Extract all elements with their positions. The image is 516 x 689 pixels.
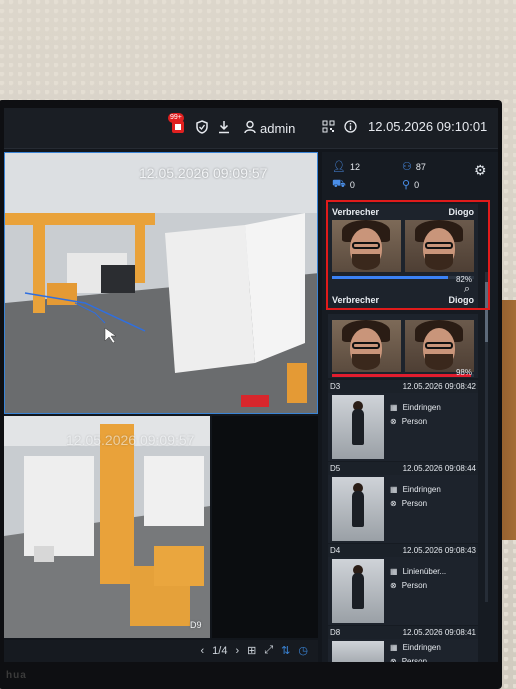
prev-page-icon[interactable]: ‹	[201, 645, 205, 657]
shield-icon[interactable]	[196, 120, 208, 134]
rule-icon: ▦	[390, 403, 398, 412]
camera-scene-d9	[4, 416, 210, 638]
event-snapshot[interactable]	[332, 641, 384, 662]
event-snapshot[interactable]	[332, 395, 384, 459]
people-flow-icon: ⚇	[402, 161, 412, 173]
person-type-icon: ⊗	[390, 657, 397, 662]
page-indicator: 1/4	[212, 644, 228, 657]
nvr-screen: 99+ admin 12.05.2026 09:10:01 12.05.2026…	[4, 108, 498, 662]
camera-view-d9[interactable]: 12.05.2026 09:09:57 D9	[4, 416, 210, 638]
face-match-card[interactable]: Verbrecher Diogo 82% ⌕ Verbrecher Diogo	[328, 204, 478, 308]
rule-icon: ▦	[390, 567, 398, 576]
similarity-bar	[332, 276, 474, 279]
event-snapshot[interactable]	[332, 477, 384, 541]
user-icon	[244, 120, 256, 137]
person-count: 12	[349, 161, 360, 172]
person-icon: 👤︎	[332, 161, 346, 173]
vehicle-stat: ⛟ 0	[332, 178, 355, 192]
event-snapshot[interactable]	[332, 559, 384, 623]
rule-icon: ▦	[390, 485, 398, 494]
face-match-card[interactable]: 98%	[328, 314, 478, 378]
event-type: Person	[401, 581, 428, 590]
top-bar: 99+ admin 12.05.2026 09:10:01	[4, 108, 498, 149]
monitor-brand: hua	[6, 670, 27, 681]
event-type: Person	[401, 657, 428, 662]
match-label-right: Diogo	[448, 207, 475, 217]
similarity-bar	[332, 374, 474, 377]
sequence-icon[interactable]: ⇅	[281, 644, 290, 657]
alarm-count-badge: 99+	[168, 113, 184, 123]
bicycle-icon: ⚲	[402, 179, 411, 191]
qr-code-icon[interactable]	[322, 120, 335, 133]
smart-event-panel: 👤︎ 12 ⚇ 87 ⛟ 0 ⚲ 0 ⚙ Verbrecher Diogo 82…	[322, 152, 498, 662]
similarity-value: 98%	[455, 368, 472, 377]
event-rule: Linienüber...	[402, 567, 447, 576]
event-list-scrollbar[interactable]	[485, 272, 488, 602]
system-datetime: 12.05.2026 09:10:01	[368, 119, 488, 134]
event-channel: D8	[330, 628, 341, 637]
fullscreen-icon[interactable]: ⤢	[264, 644, 273, 657]
captured-face-thumbnail[interactable]	[332, 320, 401, 372]
match-label-left: Verbrecher	[332, 295, 380, 305]
event-item[interactable]: D8 12.05.2026 09:08:41 ▦ Eindringen ⊗ Pers…	[328, 626, 478, 662]
event-time: 12.05.2026 09:08:43	[402, 546, 476, 555]
event-time: 12.05.2026 09:08:44	[402, 464, 476, 473]
camera-view-empty[interactable]	[212, 416, 318, 638]
match-label-left: Verbrecher	[332, 207, 380, 217]
gear-icon[interactable]: ⚙	[474, 162, 492, 180]
event-type: Person	[401, 499, 428, 508]
user-menu[interactable]: admin	[244, 120, 295, 137]
event-channel: D4	[330, 546, 341, 555]
event-time: 12.05.2026 09:08:42	[402, 382, 476, 391]
database-face-thumbnail[interactable]	[405, 320, 474, 372]
alarm-icon[interactable]: 99+	[168, 113, 186, 135]
event-channel: D3	[330, 382, 341, 391]
event-rule: Eindringen	[402, 643, 441, 652]
person-type-icon: ⊗	[390, 417, 397, 426]
layout-icon[interactable]: ⊞	[247, 644, 256, 657]
people-flow-stat: ⚇ 87	[402, 160, 426, 173]
event-time: 12.05.2026 09:08:41	[402, 628, 476, 637]
playback-toolbar: ‹ 1/4 › ⊞ ⤢ ⇅ ◷	[4, 640, 318, 662]
camera-timestamp: 12.05.2026 09:09:57	[139, 165, 268, 181]
camera-view-main[interactable]: 12.05.2026 09:09:57	[4, 152, 318, 414]
event-type: Person	[401, 417, 428, 426]
download-icon[interactable]	[218, 120, 230, 134]
vehicle-count: 0	[349, 180, 355, 190]
rule-icon: ▦	[390, 643, 398, 652]
person-type-icon: ⊗	[390, 581, 397, 590]
database-face-thumbnail[interactable]	[405, 220, 474, 272]
vehicle-icon: ⛟	[332, 178, 346, 190]
event-item[interactable]: D4 12.05.2026 09:08:43 ▦ Linienüber... ⊗ P…	[328, 544, 478, 625]
camera-timestamp-faded: 12.05.2026 09:09:57	[66, 432, 195, 448]
match-label-right: Diogo	[448, 295, 475, 305]
info-icon[interactable]	[344, 120, 357, 133]
channel-label: D9	[190, 620, 202, 630]
people-flow-count: 87	[415, 161, 426, 172]
username-label: admin	[260, 121, 296, 136]
person-stat: 👤︎ 12	[332, 160, 360, 173]
event-item[interactable]: D5 12.05.2026 09:08:44 ▦ Eindringen ⊗ Pers…	[328, 462, 478, 543]
clock-icon[interactable]: ◷	[298, 644, 308, 657]
event-rule: Eindringen	[402, 485, 441, 494]
next-page-icon[interactable]: ›	[235, 645, 239, 657]
captured-face-thumbnail[interactable]	[332, 220, 401, 272]
event-rule: Eindringen	[402, 403, 441, 412]
nonmotor-stat: ⚲ 0	[402, 178, 419, 191]
camera-scene-main	[5, 153, 317, 413]
stats-panel: 👤︎ 12 ⚇ 87 ⛟ 0 ⚲ 0 ⚙	[322, 152, 498, 196]
nonmotor-count: 0	[414, 179, 420, 190]
event-item[interactable]: D3 12.05.2026 09:08:42 ▦ Eindringen ⊗ Pers…	[328, 380, 478, 461]
event-channel: D5	[330, 464, 341, 473]
person-type-icon: ⊗	[390, 499, 397, 508]
